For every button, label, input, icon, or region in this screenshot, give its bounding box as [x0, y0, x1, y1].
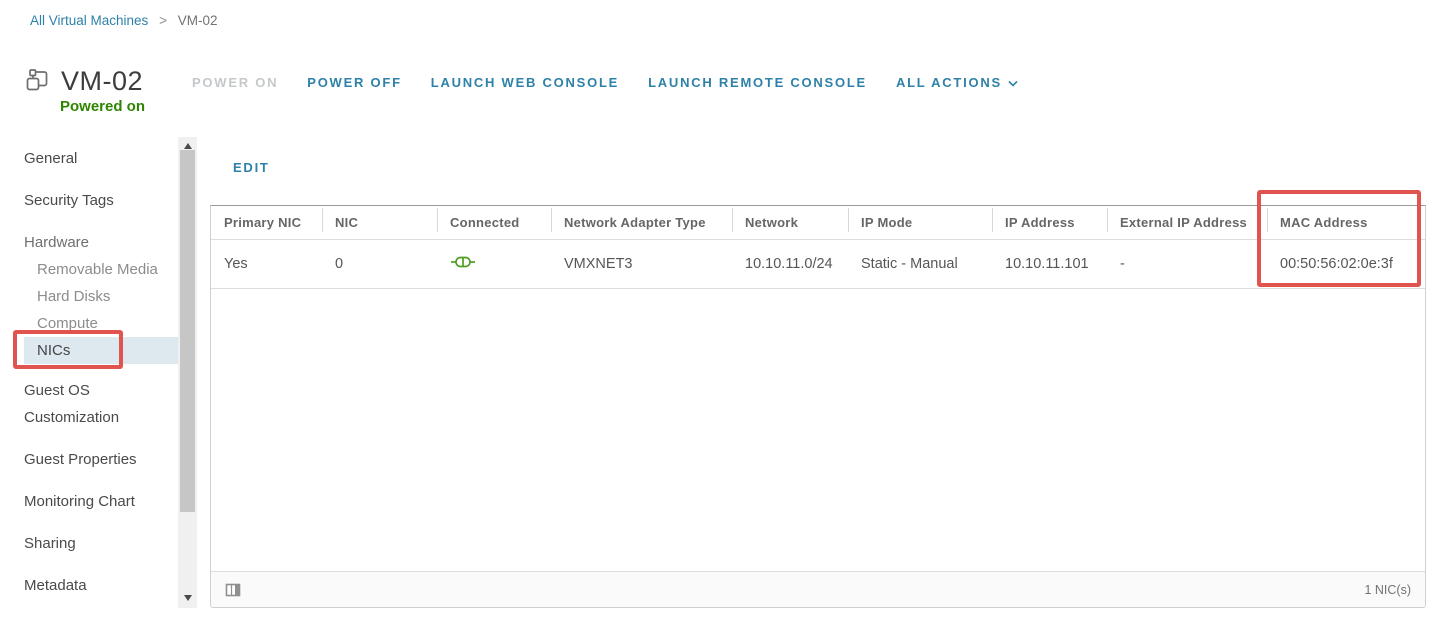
column-header-network-adapter-type[interactable]: Network Adapter Type: [551, 206, 732, 239]
sidebar-item-nics[interactable]: NICs: [24, 337, 178, 364]
cell-ip-mode: Static - Manual: [848, 240, 992, 288]
launch-remote-console-button[interactable]: LAUNCH REMOTE CONSOLE: [648, 75, 867, 90]
power-off-button[interactable]: POWER OFF: [307, 75, 402, 90]
columns-icon[interactable]: [225, 582, 241, 598]
vm-details-page: All Virtual Machines > VM-02 VM-02 Power…: [0, 0, 1440, 620]
sidebar-scrollbar[interactable]: [178, 137, 197, 608]
connected-plug-icon: [450, 255, 476, 273]
sidebar-item-compute[interactable]: Compute: [24, 310, 178, 337]
sidebar-item-general[interactable]: General: [24, 148, 178, 169]
vm-icon: [25, 69, 50, 99]
table-empty-area: [211, 289, 1425, 571]
sidebar-item-sharing[interactable]: Sharing: [24, 533, 178, 554]
cell-network: 10.10.11.0/24: [732, 240, 848, 288]
sidebar-item-monitoring-chart[interactable]: Monitoring Chart: [24, 491, 178, 512]
cell-nic: 0: [322, 240, 437, 288]
table-footer: 1 NIC(s): [211, 571, 1425, 607]
column-header-external-ip-address[interactable]: External IP Address: [1107, 206, 1267, 239]
scroll-down-icon[interactable]: [178, 591, 197, 605]
column-header-mac-address[interactable]: MAC Address: [1267, 206, 1425, 239]
cell-external-ip-address: -: [1107, 240, 1267, 288]
nic-count-label: 1 NIC(s): [1364, 583, 1411, 597]
action-bar: POWER ON POWER OFF LAUNCH WEB CONSOLE LA…: [192, 75, 1018, 90]
vm-settings-sidebar: General Security Tags Hardware Removable…: [0, 137, 178, 617]
column-header-nic[interactable]: NIC: [322, 206, 437, 239]
sidebar-item-hard-disks[interactable]: Hard Disks: [24, 283, 178, 310]
table-header-row: Primary NIC NIC Connected Network Adapte…: [211, 206, 1425, 240]
all-actions-menu-button[interactable]: ALL ACTIONS: [896, 75, 1018, 90]
sidebar-item-removable-media[interactable]: Removable Media: [24, 256, 178, 283]
nics-table: Primary NIC NIC Connected Network Adapte…: [210, 205, 1426, 608]
cell-primary-nic: Yes: [211, 240, 322, 288]
breadcrumb: All Virtual Machines > VM-02: [30, 13, 218, 28]
cell-network-adapter-type: VMXNET3: [551, 240, 732, 288]
breadcrumb-link-all-vms[interactable]: All Virtual Machines: [30, 13, 148, 28]
cell-connected: [437, 240, 551, 288]
page-title: VM-02: [61, 66, 143, 97]
cell-mac-address: 00:50:56:02:0e:3f: [1267, 240, 1425, 288]
scrollbar-thumb[interactable]: [180, 150, 195, 512]
chevron-down-icon: [1008, 75, 1018, 90]
sidebar-section-hardware: Hardware: [24, 232, 178, 253]
vm-header: VM-02: [25, 66, 143, 99]
power-status-badge: Powered on: [60, 98, 145, 115]
column-header-ip-address[interactable]: IP Address: [992, 206, 1107, 239]
table-row[interactable]: Yes 0 VMXNET3 10.10.11.0/24 Static - Man…: [211, 240, 1425, 289]
breadcrumb-separator: >: [159, 13, 167, 28]
cell-ip-address: 10.10.11.101: [992, 240, 1107, 288]
launch-web-console-button[interactable]: LAUNCH WEB CONSOLE: [431, 75, 619, 90]
sidebar-item-security-tags[interactable]: Security Tags: [24, 190, 178, 211]
sidebar-item-metadata[interactable]: Metadata: [24, 575, 178, 596]
column-header-connected[interactable]: Connected: [437, 206, 551, 239]
edit-button[interactable]: EDIT: [233, 160, 270, 175]
column-header-ip-mode[interactable]: IP Mode: [848, 206, 992, 239]
sidebar-item-guest-properties[interactable]: Guest Properties: [24, 449, 178, 470]
breadcrumb-current: VM-02: [178, 13, 218, 28]
column-header-primary-nic[interactable]: Primary NIC: [211, 206, 322, 239]
power-on-button: POWER ON: [192, 75, 278, 90]
sidebar-item-guest-os-customization[interactable]: Guest OS Customization: [24, 377, 174, 431]
all-actions-label: ALL ACTIONS: [896, 75, 1002, 90]
column-header-network[interactable]: Network: [732, 206, 848, 239]
